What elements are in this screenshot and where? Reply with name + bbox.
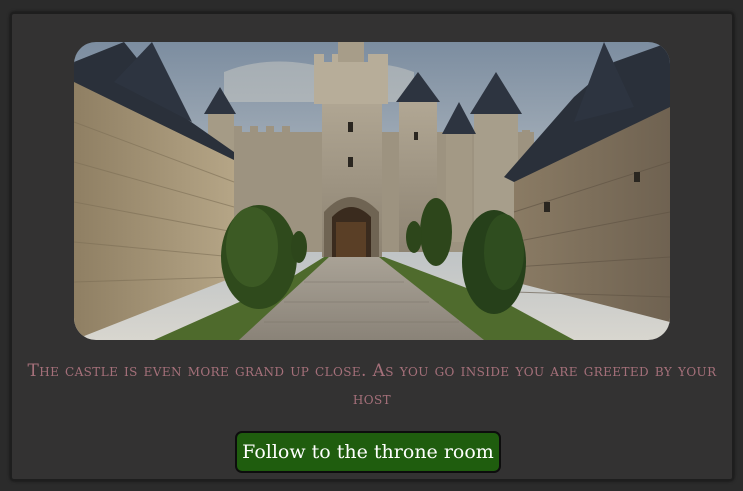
- follow-to-throne-room-button[interactable]: Follow to the throne room: [235, 431, 501, 473]
- castle-illustration-icon: [74, 42, 670, 340]
- game-panel: The castle is even more grand up close. …: [10, 12, 734, 481]
- castle-scene-image: [74, 42, 670, 340]
- scene-narration-text: The castle is even more grand up close. …: [27, 361, 717, 409]
